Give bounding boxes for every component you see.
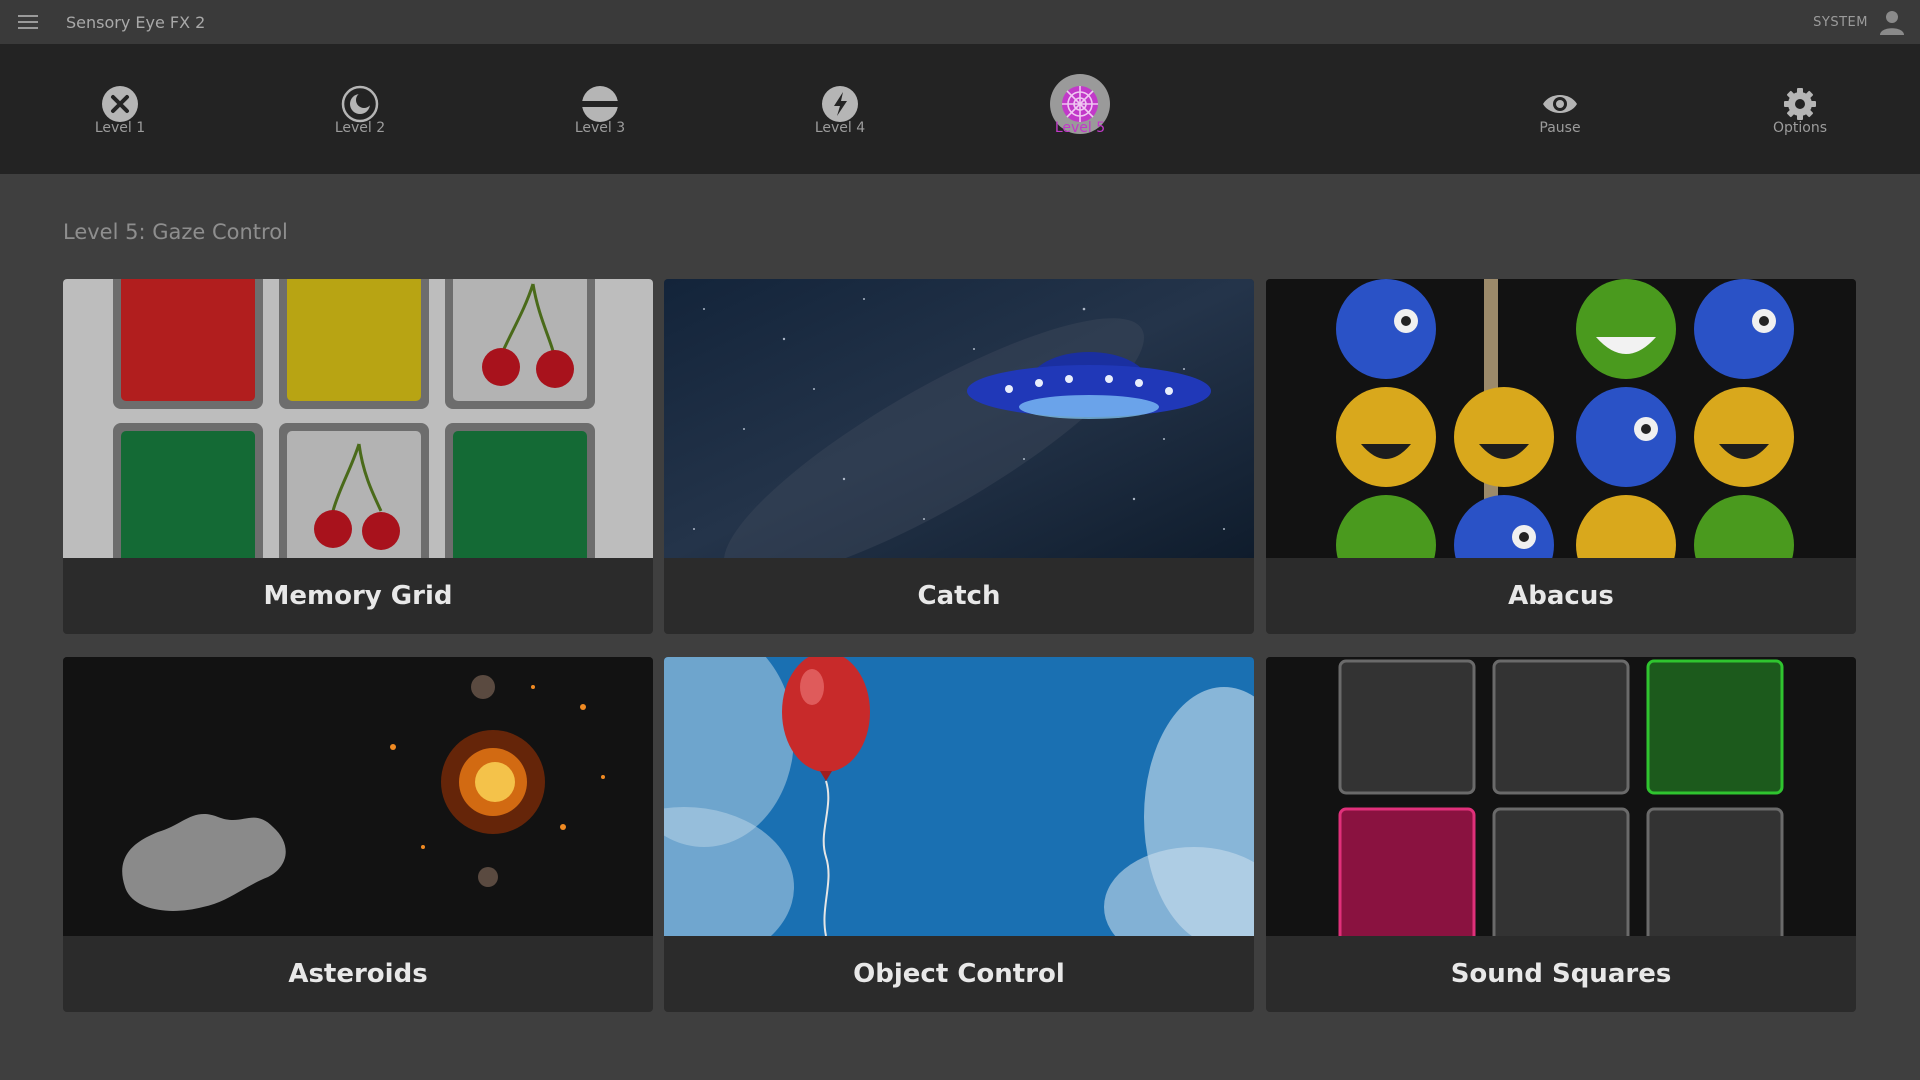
catch-thumbnail [664, 279, 1254, 558]
user-menu[interactable]: SYSTEM [1813, 0, 1906, 44]
level-2-label: Level 2 [334, 120, 386, 136]
sound-squares-thumbnail [1266, 657, 1856, 936]
pause-button[interactable]: Pause [1480, 44, 1640, 174]
level-4-button[interactable]: Level 4 [760, 44, 920, 174]
split-circle-icon [581, 86, 619, 122]
game-title: Catch [917, 581, 1001, 611]
level-3-label: Level 3 [574, 120, 626, 136]
game-card-object-control[interactable]: Object Control [664, 657, 1254, 1012]
app-bar: Sensory Eye FX 2 SYSTEM [0, 0, 1920, 44]
close-circle-icon [102, 86, 138, 122]
game-title: Sound Squares [1450, 959, 1672, 989]
moon-circle-icon [341, 85, 379, 123]
memory-grid-thumbnail [63, 279, 653, 558]
user-icon [1880, 11, 1904, 35]
section-title: Level 5: Gaze Control [63, 220, 288, 244]
menu-button[interactable] [0, 0, 56, 44]
level-5-label: Level 5 [1054, 120, 1106, 136]
game-card-abacus[interactable]: Abacus [1266, 279, 1856, 634]
game-title: Object Control [853, 959, 1065, 989]
game-card-sound-squares[interactable]: Sound Squares [1266, 657, 1856, 1012]
eye-icon [1543, 95, 1577, 113]
game-card-asteroids[interactable]: Asteroids [63, 657, 653, 1012]
game-card-memory-grid[interactable]: Memory Grid [63, 279, 653, 634]
asteroids-thumbnail [63, 657, 653, 936]
object-control-thumbnail [664, 657, 1254, 936]
pause-label: Pause [1539, 120, 1581, 136]
level-2-button[interactable]: Level 2 [280, 44, 440, 174]
game-grid: Memory Grid Catch Abacus Asteroids Objec… [63, 279, 1857, 1012]
gear-icon [1784, 88, 1816, 120]
lightning-circle-icon [822, 86, 858, 122]
level-toolbar: Level 1 Level 2 Level 3 Level 4 Level 5 … [0, 44, 1920, 174]
game-title: Memory Grid [263, 581, 453, 611]
options-label: Options [1772, 120, 1828, 136]
level-5-button[interactable]: Level 5 [1000, 44, 1160, 174]
hamburger-icon [18, 15, 38, 29]
game-title: Asteroids [288, 959, 428, 989]
level-1-button[interactable]: Level 1 [40, 44, 200, 174]
game-card-catch[interactable]: Catch [664, 279, 1254, 634]
game-title: Abacus [1508, 581, 1614, 611]
web-globe-icon [1062, 86, 1098, 122]
level-1-label: Level 1 [94, 120, 146, 136]
level-3-button[interactable]: Level 3 [520, 44, 680, 174]
app-title: Sensory Eye FX 2 [66, 12, 206, 32]
level-4-label: Level 4 [814, 120, 866, 136]
user-name: SYSTEM [1813, 14, 1868, 30]
options-button[interactable]: Options [1720, 44, 1880, 174]
abacus-thumbnail [1266, 279, 1856, 558]
